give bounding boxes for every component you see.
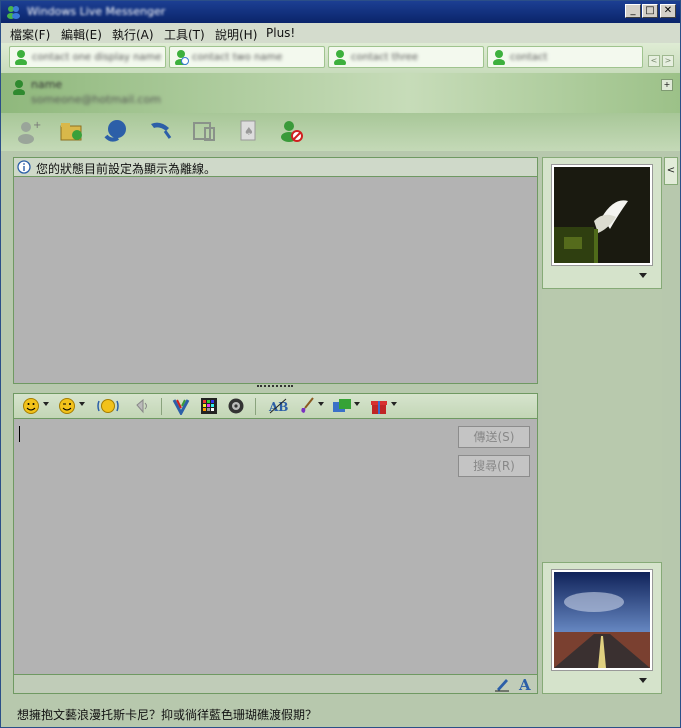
conversation-tabs: contact one display name contact two nam… — [1, 43, 680, 73]
tab-conversation-1[interactable]: contact one display name — [9, 46, 166, 68]
toolbar-separator — [255, 398, 256, 415]
messenger-icon — [7, 6, 20, 19]
contact-display-picture[interactable] — [542, 157, 662, 289]
font-icon[interactable]: AB — [268, 397, 288, 415]
menu-plus[interactable]: Plus! — [266, 26, 295, 40]
contact-name: name — [31, 78, 63, 91]
my-display-picture[interactable] — [542, 562, 662, 694]
menu-tools[interactable]: 工具(T) — [164, 26, 205, 43]
tab-label: contact two name — [192, 52, 283, 63]
advertisement-text[interactable]: 想擁抱文藝浪漫托斯卡尼？抑或徜徉藍色珊瑚礁渡假期？ — [17, 706, 317, 723]
title-bar[interactable]: Windows Live Messenger _ □ ✕ — [1, 1, 680, 23]
my-picture-menu-icon[interactable] — [639, 678, 647, 683]
handwriting-mode-icon[interactable] — [494, 676, 510, 692]
contact-header: name someone@hotmail.com + — [1, 73, 680, 113]
tab-conversation-4[interactable]: contact — [487, 46, 643, 68]
toolbar-separator — [161, 398, 162, 415]
background-icon[interactable] — [200, 397, 218, 415]
menu-bar: 檔案(F) 編輯(E) 執行(A) 工具(T) 說明(H) Plus! — [1, 23, 680, 43]
pane-splitter[interactable] — [257, 385, 293, 390]
menu-file[interactable]: 檔案(F) — [10, 26, 50, 43]
contact-online-icon — [15, 50, 27, 65]
maximize-button[interactable]: □ — [642, 4, 658, 18]
text-cursor — [19, 426, 20, 442]
wink-dropdown-icon[interactable] — [79, 402, 85, 406]
close-button[interactable]: ✕ — [660, 4, 676, 18]
contact-status-icon — [13, 80, 25, 95]
sound-icon[interactable] — [227, 397, 245, 415]
window-title: Windows Live Messenger — [27, 5, 166, 18]
phone-call-icon[interactable] — [147, 118, 173, 144]
tab-conversation-3[interactable]: contact three — [328, 46, 484, 68]
nudge-icon[interactable] — [97, 397, 119, 415]
status-message: 您的狀態目前設定為顯示為離線。 — [36, 162, 217, 176]
status-notice: 您的狀態目前設定為顯示為離線。 — [13, 157, 538, 177]
tab-label: contact three — [351, 52, 419, 63]
minimize-button[interactable]: _ — [625, 4, 641, 18]
svg-text:♠: ♠ — [244, 125, 254, 138]
emoticon-dropdown-icon[interactable] — [43, 402, 49, 406]
road-landscape-picture-icon — [554, 572, 650, 668]
send-files-icon[interactable] — [59, 118, 85, 144]
voice-clip-icon[interactable] — [134, 397, 150, 415]
conversation-history-pane[interactable] — [13, 157, 538, 384]
games-icon[interactable]: ♠ — [235, 118, 261, 144]
video-call-icon[interactable] — [103, 118, 129, 144]
calla-lily-picture-icon — [554, 167, 650, 263]
gift-icon[interactable] — [370, 397, 388, 415]
format-toolbar: AB — [13, 393, 538, 419]
contact-online-icon — [334, 50, 346, 65]
tab-label: contact one display name — [32, 52, 162, 63]
search-button[interactable]: 搜尋(R) — [458, 455, 530, 477]
contact-email: someone@hotmail.com — [31, 93, 161, 106]
contact-away-icon — [175, 50, 189, 65]
messenger-window: Windows Live Messenger _ □ ✕ 檔案(F) 編輯(E)… — [0, 0, 681, 728]
info-icon — [17, 160, 31, 174]
menu-edit[interactable]: 編輯(E) — [61, 26, 102, 43]
color-dropdown-icon[interactable] — [318, 402, 324, 406]
contact-online-icon — [493, 50, 505, 65]
wink-icon[interactable] — [58, 397, 76, 415]
text-mode-icon[interactable]: A — [517, 676, 533, 692]
color-icon[interactable] — [298, 397, 316, 415]
compose-footer: A — [13, 674, 538, 694]
emoticon-icon[interactable] — [22, 397, 40, 415]
share-dropdown-icon[interactable] — [354, 402, 360, 406]
tab-scroll-right-button[interactable]: > — [662, 55, 674, 67]
expand-header-button[interactable]: + — [661, 79, 673, 91]
send-button[interactable]: 傳送(S) — [458, 426, 530, 448]
block-contact-icon[interactable] — [279, 118, 305, 144]
activities-icon[interactable] — [191, 118, 217, 144]
invite-contact-icon[interactable]: + — [15, 118, 41, 144]
tab-scroll-left-button[interactable]: < — [648, 55, 660, 67]
share-icon[interactable] — [332, 397, 352, 415]
gift-dropdown-icon[interactable] — [391, 402, 397, 406]
svg-text:A: A — [518, 676, 531, 692]
handwriting-icon[interactable] — [172, 397, 190, 415]
tab-label: contact — [510, 52, 548, 63]
collapse-sidebar-button[interactable]: < — [664, 157, 678, 185]
menu-actions[interactable]: 執行(A) — [112, 26, 154, 43]
display-picture-menu-icon[interactable] — [639, 273, 647, 278]
display-picture-column — [542, 157, 662, 694]
tab-conversation-2[interactable]: contact two name — [169, 46, 325, 68]
action-toolbar: + ♠ — [1, 113, 680, 151]
menu-help[interactable]: 說明(H) — [215, 26, 257, 43]
svg-text:+: + — [33, 120, 41, 131]
